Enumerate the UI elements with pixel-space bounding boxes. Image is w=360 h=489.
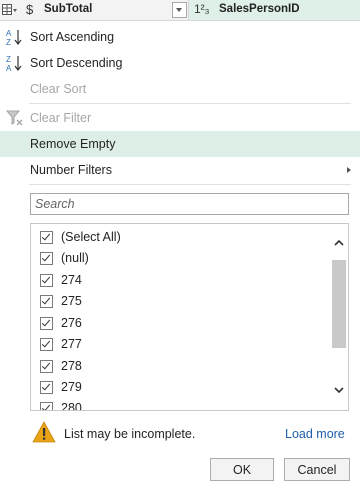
- cancel-button[interactable]: Cancel: [284, 458, 350, 481]
- checkbox[interactable]: [40, 252, 53, 265]
- clear-filter-icon: [5, 110, 23, 126]
- salespersonid-column-header[interactable]: 1²₃ SalesPersonID: [189, 0, 360, 20]
- submenu-arrow-icon: [347, 167, 351, 173]
- ok-button[interactable]: OK: [210, 458, 274, 481]
- search-input[interactable]: [35, 195, 335, 213]
- svg-text:A: A: [6, 64, 12, 72]
- salespersonid-column-name: SalesPersonID: [219, 3, 300, 15]
- list-item[interactable]: (null): [31, 248, 331, 269]
- svg-text:Z: Z: [6, 55, 11, 64]
- clear-filter-item[interactable]: Clear Filter: [0, 105, 360, 131]
- list-item-label: 277: [61, 337, 82, 351]
- checkbox[interactable]: [40, 360, 53, 373]
- scrollbar-thumb[interactable]: [332, 260, 346, 348]
- list-item[interactable]: 275: [31, 291, 331, 312]
- table-menu-cell[interactable]: [0, 0, 20, 20]
- list-item[interactable]: 280: [31, 398, 331, 411]
- search-box[interactable]: [30, 193, 349, 215]
- column-header-bar: $ SubTotal 1²₃ SalesPersonID: [0, 0, 360, 21]
- clear-sort-label: Clear Sort: [30, 82, 87, 96]
- remove-empty-label: Remove Empty: [30, 137, 116, 151]
- list-item[interactable]: 274: [31, 270, 331, 291]
- list-item-label: 275: [61, 294, 82, 308]
- value-list[interactable]: (Select All) (null) 274 275 276 277 278 …: [30, 223, 349, 411]
- sort-ascending-icon: A Z: [6, 29, 22, 46]
- checkbox[interactable]: [40, 402, 53, 410]
- list-item-label: (null): [61, 251, 89, 265]
- checkbox[interactable]: [40, 274, 53, 287]
- menu-separator: [29, 184, 351, 185]
- table-grid-icon: [2, 4, 17, 15]
- warning-icon: [32, 421, 56, 443]
- subtotal-column-name: SubTotal: [44, 3, 93, 15]
- svg-text:Z: Z: [6, 38, 11, 46]
- checkbox[interactable]: [40, 338, 53, 351]
- checkbox[interactable]: [40, 381, 53, 394]
- subtotal-filter-dropdown[interactable]: [172, 2, 187, 18]
- scroll-down-icon[interactable]: [334, 385, 344, 395]
- incomplete-list-warning: List may be incomplete.: [64, 427, 196, 441]
- remove-empty-item[interactable]: Remove Empty: [0, 131, 360, 157]
- list-scrollbar[interactable]: [330, 224, 348, 410]
- list-item[interactable]: 277: [31, 334, 331, 355]
- list-item-label: 274: [61, 273, 82, 287]
- checkbox[interactable]: [40, 231, 53, 244]
- checkbox[interactable]: [40, 317, 53, 330]
- clear-filter-label: Clear Filter: [30, 111, 92, 125]
- sort-ascending-item[interactable]: A Z Sort Ascending: [0, 24, 360, 50]
- subtotal-column-header[interactable]: $ SubTotal: [20, 0, 189, 20]
- scroll-up-icon[interactable]: [334, 238, 344, 248]
- sort-descending-icon: Z A: [6, 55, 22, 72]
- list-item[interactable]: 279: [31, 377, 331, 398]
- list-item[interactable]: 276: [31, 313, 331, 334]
- list-item[interactable]: 278: [31, 356, 331, 377]
- list-item-label: 279: [61, 380, 82, 394]
- list-item-label: 280: [61, 401, 82, 411]
- load-more-link[interactable]: Load more: [285, 427, 345, 441]
- checkbox[interactable]: [40, 295, 53, 308]
- whole-number-type-icon: 1²₃: [194, 2, 210, 16]
- sort-ascending-label: Sort Ascending: [30, 30, 115, 44]
- list-item-select-all[interactable]: (Select All): [31, 227, 331, 248]
- currency-type-icon: $: [26, 2, 34, 17]
- number-filters-label: Number Filters: [30, 163, 112, 177]
- list-item-label: (Select All): [61, 230, 121, 244]
- svg-text:A: A: [6, 29, 12, 38]
- number-filters-item[interactable]: Number Filters: [0, 157, 360, 183]
- sort-descending-item[interactable]: Z A Sort Descending: [0, 50, 360, 76]
- list-item-label: 278: [61, 359, 82, 373]
- list-item-label: 276: [61, 316, 82, 330]
- sort-descending-label: Sort Descending: [30, 56, 123, 70]
- menu-separator: [29, 103, 351, 104]
- clear-sort-item[interactable]: Clear Sort: [0, 76, 360, 102]
